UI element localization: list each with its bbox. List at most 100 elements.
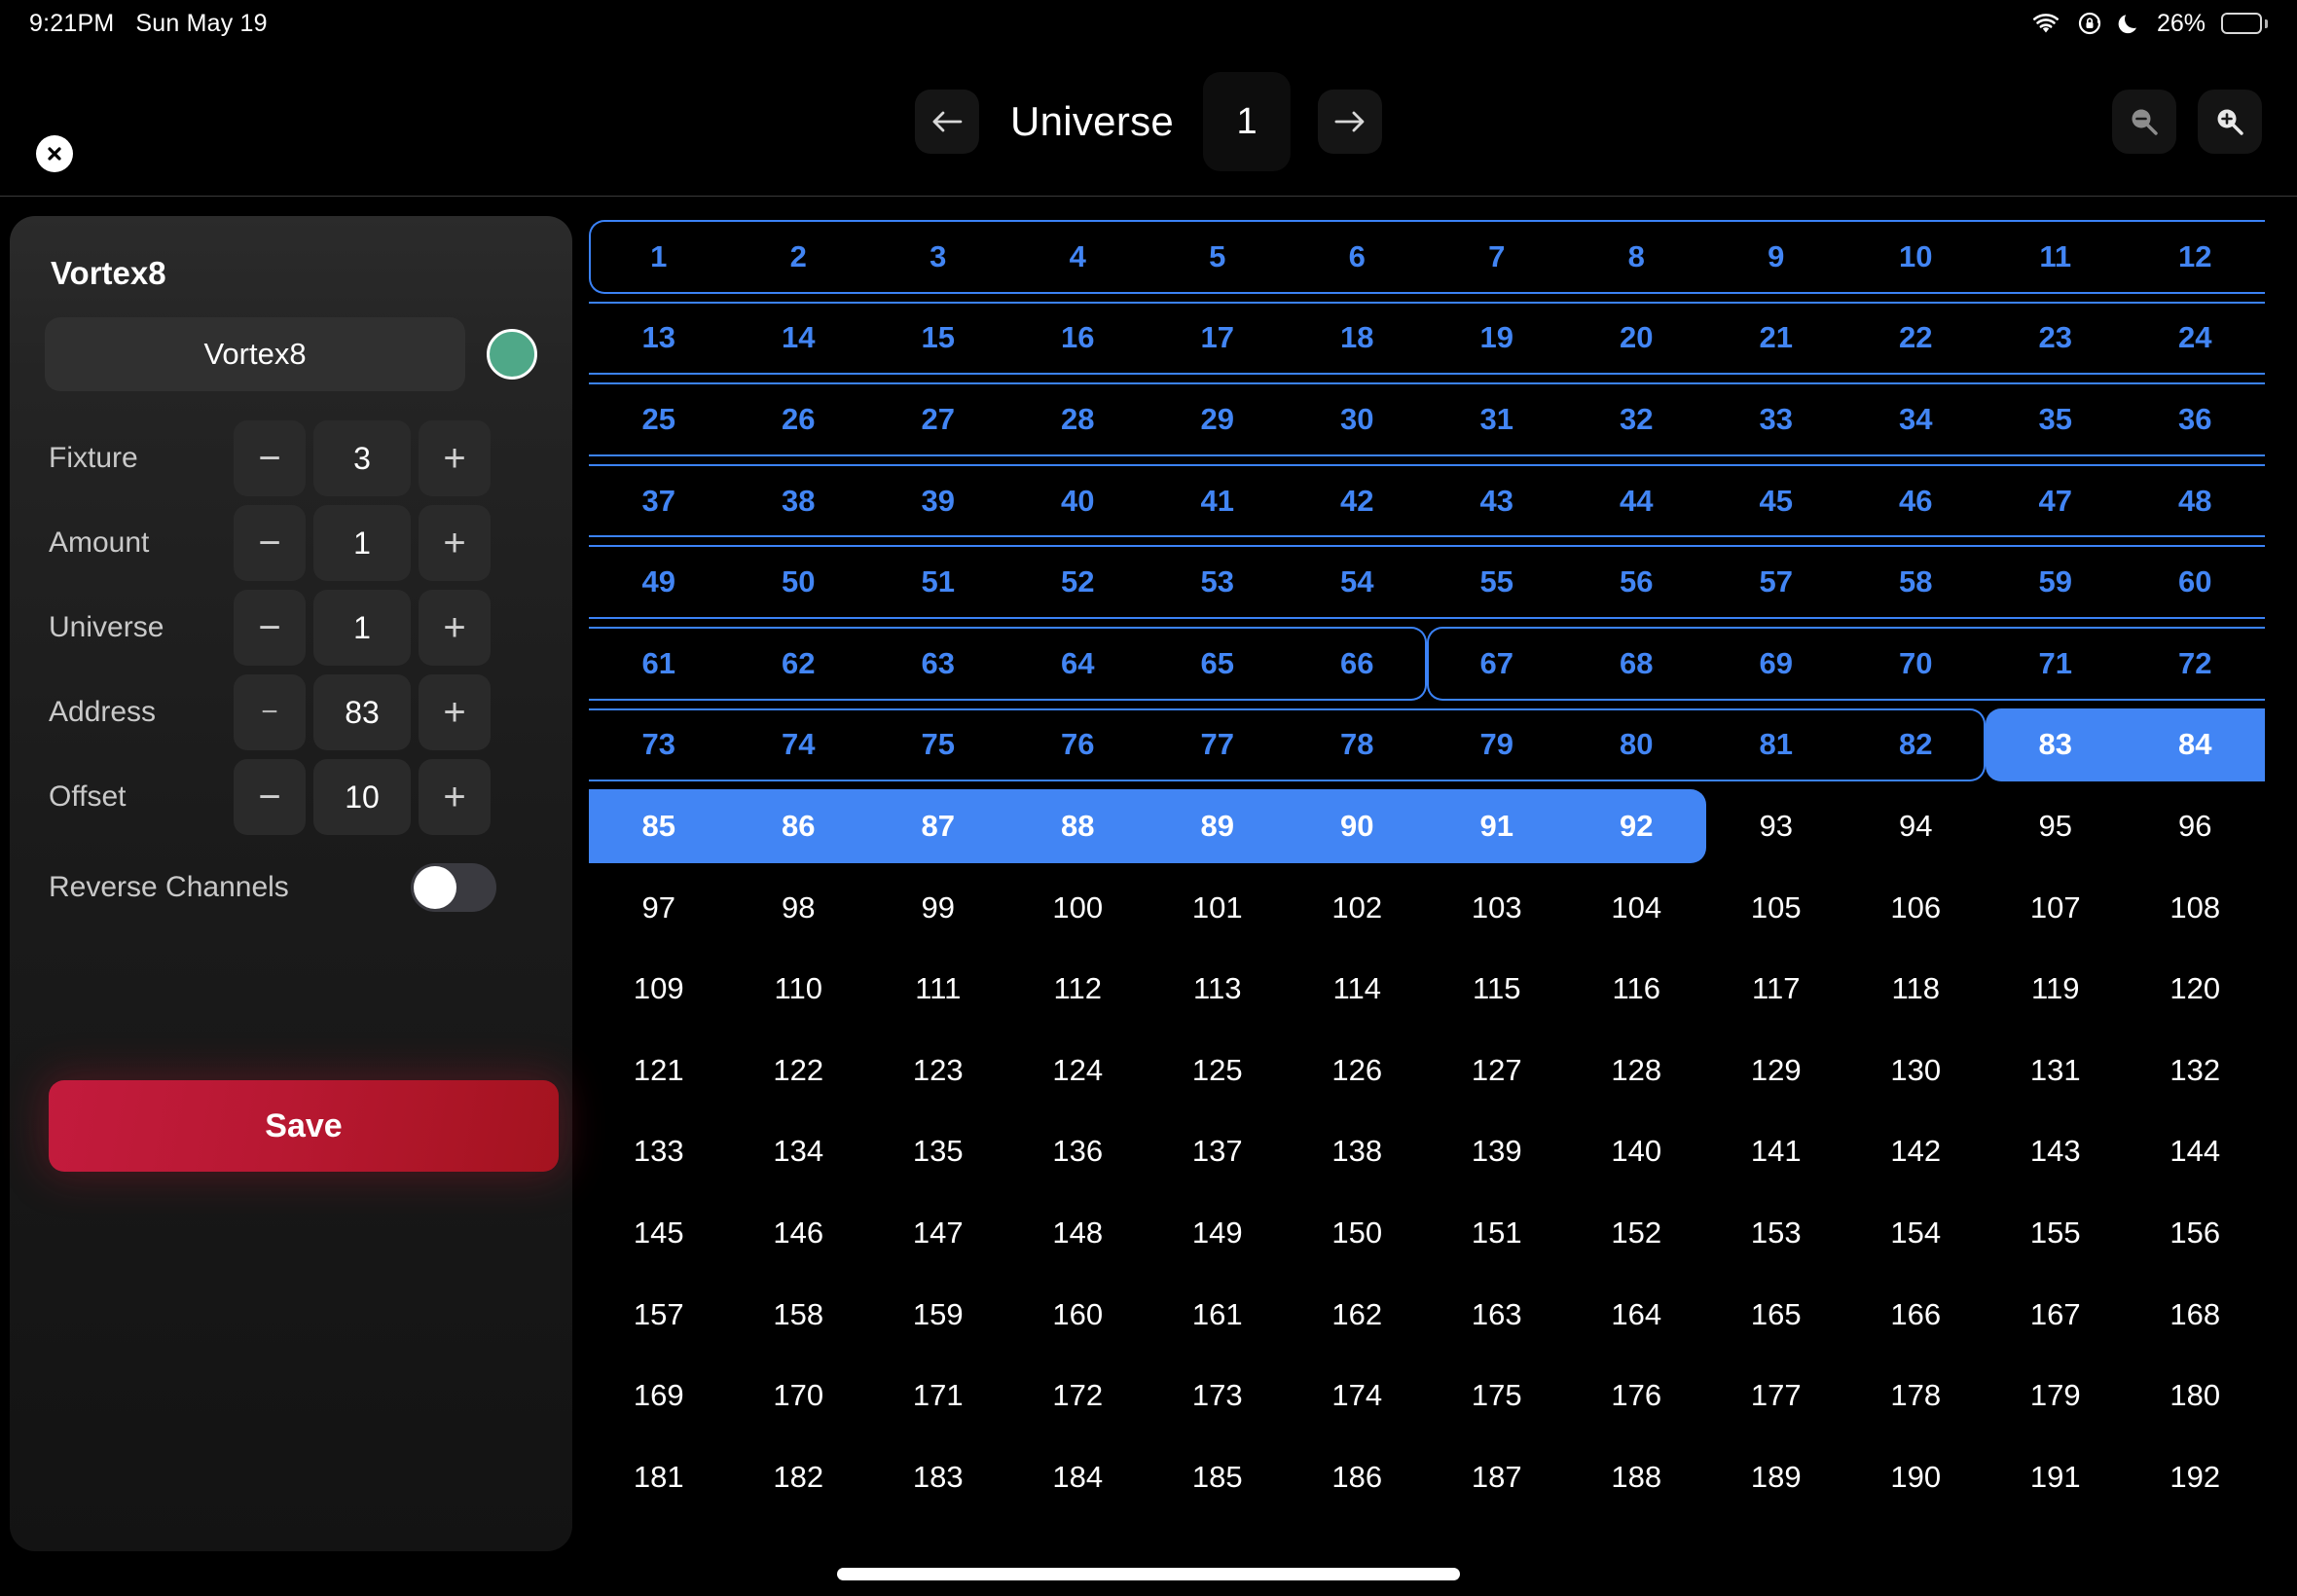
channel-cell[interactable]: 107 bbox=[1986, 867, 2126, 949]
channel-cell[interactable]: 66 bbox=[1288, 623, 1428, 705]
channel-cell[interactable]: 38 bbox=[729, 460, 869, 542]
channel-cell[interactable]: 167 bbox=[1986, 1274, 2126, 1356]
channel-cell[interactable]: 119 bbox=[1986, 948, 2126, 1030]
channel-cell[interactable]: 57 bbox=[1706, 541, 1846, 623]
channel-cell[interactable]: 73 bbox=[589, 705, 729, 786]
channel-cell[interactable]: 100 bbox=[1008, 867, 1148, 949]
channel-cell[interactable]: 153 bbox=[1706, 1192, 1846, 1274]
channel-cell[interactable]: 59 bbox=[1986, 541, 2126, 623]
decrement-offset-button[interactable]: − bbox=[234, 759, 306, 835]
channel-cell[interactable]: 36 bbox=[2126, 379, 2266, 460]
channel-cell[interactable]: 61 bbox=[589, 623, 729, 705]
channel-cell[interactable]: 26 bbox=[729, 379, 869, 460]
decrement-fixture-button[interactable]: − bbox=[234, 420, 306, 496]
channel-cell[interactable]: 31 bbox=[1427, 379, 1567, 460]
channel-cell[interactable]: 156 bbox=[2126, 1192, 2266, 1274]
channel-cell[interactable]: 32 bbox=[1567, 379, 1707, 460]
channel-cell[interactable]: 64 bbox=[1008, 623, 1148, 705]
channel-cell[interactable]: 148 bbox=[1008, 1192, 1148, 1274]
channel-cell[interactable]: 41 bbox=[1148, 460, 1288, 542]
channel-cell[interactable]: 93 bbox=[1706, 785, 1846, 867]
channel-cell[interactable]: 54 bbox=[1288, 541, 1428, 623]
channel-cell[interactable]: 143 bbox=[1986, 1111, 2126, 1193]
channel-cell[interactable]: 8 bbox=[1567, 216, 1707, 298]
channel-cell[interactable]: 176 bbox=[1567, 1355, 1707, 1436]
channel-cell[interactable]: 136 bbox=[1008, 1111, 1148, 1193]
channel-cell[interactable]: 152 bbox=[1567, 1192, 1707, 1274]
channel-cell[interactable]: 155 bbox=[1986, 1192, 2126, 1274]
channel-cell[interactable]: 11 bbox=[1986, 216, 2126, 298]
channel-cell[interactable]: 106 bbox=[1846, 867, 1987, 949]
channel-cell[interactable]: 79 bbox=[1427, 705, 1567, 786]
channel-cell[interactable]: 16 bbox=[1008, 298, 1148, 380]
channel-cell[interactable]: 162 bbox=[1288, 1274, 1428, 1356]
channel-cell[interactable]: 58 bbox=[1846, 541, 1987, 623]
channel-cell[interactable]: 72 bbox=[2126, 623, 2266, 705]
channel-cell[interactable]: 75 bbox=[868, 705, 1008, 786]
channel-cell[interactable]: 151 bbox=[1427, 1192, 1567, 1274]
channel-cell[interactable]: 28 bbox=[1008, 379, 1148, 460]
channel-cell[interactable]: 19 bbox=[1427, 298, 1567, 380]
universe-value[interactable]: 1 bbox=[313, 590, 411, 666]
channel-cell[interactable]: 12 bbox=[2126, 216, 2266, 298]
channel-cell[interactable]: 33 bbox=[1706, 379, 1846, 460]
channel-cell[interactable]: 159 bbox=[868, 1274, 1008, 1356]
channel-cell[interactable]: 189 bbox=[1706, 1436, 1846, 1518]
channel-cell[interactable]: 180 bbox=[2126, 1355, 2266, 1436]
channel-cell[interactable]: 47 bbox=[1986, 460, 2126, 542]
channel-cell[interactable]: 123 bbox=[868, 1030, 1008, 1111]
channel-cell[interactable]: 68 bbox=[1567, 623, 1707, 705]
decrement-universe-button[interactable]: − bbox=[234, 590, 306, 666]
zoom-out-button[interactable] bbox=[2112, 90, 2176, 154]
channel-cell[interactable]: 15 bbox=[868, 298, 1008, 380]
channel-cell[interactable]: 126 bbox=[1288, 1030, 1428, 1111]
channel-cell[interactable]: 18 bbox=[1288, 298, 1428, 380]
channel-cell[interactable]: 113 bbox=[1148, 948, 1288, 1030]
channel-cell[interactable]: 39 bbox=[868, 460, 1008, 542]
channel-cell[interactable]: 171 bbox=[868, 1355, 1008, 1436]
channel-cell[interactable]: 131 bbox=[1986, 1030, 2126, 1111]
channel-cell[interactable]: 48 bbox=[2126, 460, 2266, 542]
channel-cell[interactable]: 118 bbox=[1846, 948, 1987, 1030]
channel-cell[interactable]: 172 bbox=[1008, 1355, 1148, 1436]
channel-cell[interactable]: 115 bbox=[1427, 948, 1567, 1030]
channel-cell[interactable]: 56 bbox=[1567, 541, 1707, 623]
channel-cell[interactable]: 81 bbox=[1706, 705, 1846, 786]
channel-cell[interactable]: 34 bbox=[1846, 379, 1987, 460]
increment-amount-button[interactable]: + bbox=[419, 505, 491, 581]
channel-cell[interactable]: 83 bbox=[1986, 705, 2126, 786]
channel-cell[interactable]: 104 bbox=[1567, 867, 1707, 949]
channel-cell[interactable]: 154 bbox=[1846, 1192, 1987, 1274]
channel-cell[interactable]: 6 bbox=[1288, 216, 1428, 298]
channel-cell[interactable]: 135 bbox=[868, 1111, 1008, 1193]
channel-cell[interactable]: 102 bbox=[1288, 867, 1428, 949]
channel-cell[interactable]: 42 bbox=[1288, 460, 1428, 542]
channel-cell[interactable]: 101 bbox=[1148, 867, 1288, 949]
channel-cell[interactable]: 166 bbox=[1846, 1274, 1987, 1356]
channel-cell[interactable]: 30 bbox=[1288, 379, 1428, 460]
channel-cell[interactable]: 87 bbox=[868, 785, 1008, 867]
channel-cell[interactable]: 157 bbox=[589, 1274, 729, 1356]
channel-cell[interactable]: 124 bbox=[1008, 1030, 1148, 1111]
channel-cell[interactable]: 139 bbox=[1427, 1111, 1567, 1193]
channel-cell[interactable]: 165 bbox=[1706, 1274, 1846, 1356]
channel-cell[interactable]: 138 bbox=[1288, 1111, 1428, 1193]
channel-cell[interactable]: 63 bbox=[868, 623, 1008, 705]
channel-cell[interactable]: 109 bbox=[589, 948, 729, 1030]
channel-cell[interactable]: 185 bbox=[1148, 1436, 1288, 1518]
channel-cell[interactable]: 163 bbox=[1427, 1274, 1567, 1356]
channel-cell[interactable]: 134 bbox=[729, 1111, 869, 1193]
channel-cell[interactable]: 70 bbox=[1846, 623, 1987, 705]
channel-cell[interactable]: 173 bbox=[1148, 1355, 1288, 1436]
channel-cell[interactable]: 168 bbox=[2126, 1274, 2266, 1356]
channel-cell[interactable]: 85 bbox=[589, 785, 729, 867]
channel-cell[interactable]: 110 bbox=[729, 948, 869, 1030]
increment-fixture-button[interactable]: + bbox=[419, 420, 491, 496]
channel-cell[interactable]: 111 bbox=[868, 948, 1008, 1030]
channel-cell[interactable]: 192 bbox=[2126, 1436, 2266, 1518]
fixture-value[interactable]: 3 bbox=[313, 420, 411, 496]
channel-cell[interactable]: 158 bbox=[729, 1274, 869, 1356]
channel-cell[interactable]: 65 bbox=[1148, 623, 1288, 705]
close-button[interactable] bbox=[36, 135, 73, 172]
channel-cell[interactable]: 161 bbox=[1148, 1274, 1288, 1356]
